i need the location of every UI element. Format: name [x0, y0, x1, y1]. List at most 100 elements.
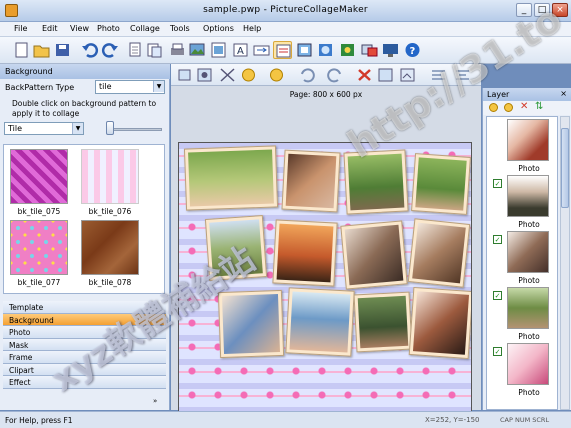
pattern-thumbnail[interactable]	[81, 149, 139, 204]
svg-text:A: A	[237, 46, 244, 57]
move-down-icon[interactable]	[504, 103, 513, 112]
zoom-fit-icon[interactable]	[376, 66, 395, 84]
nav-photo[interactable]: Photo	[3, 326, 166, 339]
layer-visible-checkbox[interactable]: ✓	[493, 179, 502, 188]
menu-help[interactable]: Help	[243, 24, 261, 33]
menu-file[interactable]: File	[14, 24, 27, 33]
copy-page-icon[interactable]	[125, 41, 144, 59]
nav-effect[interactable]: Effect	[3, 376, 166, 389]
collage-photo[interactable]	[407, 218, 471, 288]
rotate-right-icon[interactable]	[267, 66, 286, 84]
restore-button[interactable]: □	[534, 3, 550, 17]
frame-tool-icon[interactable]	[295, 41, 314, 59]
pattern-thumbnail[interactable]	[10, 220, 68, 275]
backpattern-label: BackPattern Type	[5, 83, 75, 92]
undo-icon[interactable]	[80, 41, 99, 59]
help-icon[interactable]: ?	[403, 41, 422, 59]
close-icon[interactable]: ×	[560, 89, 567, 98]
layer-visible-checkbox[interactable]: ✓	[493, 235, 502, 244]
collage-photo[interactable]	[217, 289, 285, 359]
tile-mode-select[interactable]: Tile ▼	[4, 122, 84, 135]
layer-thumbnail[interactable]	[507, 231, 549, 273]
backpattern-value: tile	[99, 82, 112, 91]
align-icon[interactable]	[429, 66, 448, 84]
layer-thumbnail[interactable]	[507, 343, 549, 385]
backpattern-select[interactable]: tile ▼	[95, 80, 165, 94]
nav-frame[interactable]: Frame	[3, 351, 166, 364]
paste-page-icon[interactable]	[145, 41, 164, 59]
collage-canvas[interactable]	[178, 142, 472, 428]
redo-icon[interactable]	[326, 66, 345, 84]
collage-photo[interactable]	[204, 215, 268, 281]
resize-icon[interactable]	[252, 41, 271, 59]
collage-photo[interactable]	[411, 153, 471, 215]
collage-photo[interactable]	[272, 219, 338, 287]
undo-icon[interactable]	[297, 66, 316, 84]
crop-icon[interactable]	[175, 66, 194, 84]
svg-text:?: ?	[410, 46, 416, 57]
close-button[interactable]: ×	[552, 3, 568, 17]
screen-icon[interactable]	[381, 41, 400, 59]
pattern-thumbnail[interactable]	[10, 149, 68, 204]
layer-scrollbar-thumb[interactable]	[561, 128, 569, 208]
menu-options[interactable]: Options	[203, 24, 234, 33]
chevron-down-icon[interactable]: ▼	[72, 123, 83, 134]
new-file-icon[interactable]	[12, 41, 31, 59]
layer-visible-checkbox[interactable]: ✓	[493, 347, 502, 356]
minimize-button[interactable]: _	[516, 3, 532, 17]
menu-edit[interactable]: Edit	[42, 24, 58, 33]
edit-toolbar	[171, 64, 481, 86]
fit-icon[interactable]	[195, 66, 214, 84]
layer-visible-checkbox[interactable]: ✓	[493, 291, 502, 300]
page-size-label: Page: 800 x 600 px	[289, 90, 363, 99]
mask-tool-icon[interactable]	[316, 41, 335, 59]
flip-icon[interactable]	[218, 66, 237, 84]
layer-thumbnail[interactable]	[507, 175, 549, 217]
delete-icon[interactable]	[355, 66, 374, 84]
collage-photo[interactable]	[408, 286, 471, 360]
background-tool-icon[interactable]	[273, 41, 292, 59]
main-toolbar: A ?	[0, 37, 571, 64]
text-icon[interactable]: A	[231, 41, 250, 59]
open-folder-icon[interactable]	[32, 41, 51, 59]
refresh-icon[interactable]: ⇅	[535, 101, 543, 112]
chevron-down-icon[interactable]: ▼	[153, 81, 164, 92]
layer-thumbnail[interactable]	[507, 119, 549, 161]
image-icon[interactable]	[209, 41, 228, 59]
menu-photo[interactable]: Photo	[97, 24, 120, 33]
redo-icon[interactable]	[101, 41, 120, 59]
layer-panel: Layer × ✕ ⇅ Photo ✓ Photo ✓ Photo ✓ Phot…	[482, 88, 571, 410]
print-icon[interactable]	[168, 41, 187, 59]
collage-photo[interactable]	[183, 145, 279, 211]
collage-photo[interactable]	[340, 220, 408, 290]
rotate-left-icon[interactable]	[239, 66, 258, 84]
nav-background[interactable]: Background	[3, 313, 166, 326]
menu-collage[interactable]: Collage	[130, 24, 160, 33]
collage-photo[interactable]	[285, 287, 355, 357]
effect-tool-icon[interactable]	[338, 41, 357, 59]
save-icon[interactable]	[53, 41, 72, 59]
collage-photo[interactable]	[343, 149, 409, 215]
move-up-icon[interactable]	[489, 103, 498, 112]
export-icon[interactable]	[360, 41, 379, 59]
menu-view[interactable]: View	[70, 24, 89, 33]
menu-bar: File Edit View Photo Collage Tools Optio…	[0, 22, 571, 37]
menu-tools[interactable]: Tools	[170, 24, 190, 33]
distribute-icon[interactable]	[453, 66, 472, 84]
collage-photo[interactable]	[353, 291, 413, 353]
delete-icon[interactable]: ✕	[520, 101, 528, 112]
pattern-thumbnail[interactable]	[81, 220, 139, 275]
layer-label: Photo	[518, 388, 540, 397]
collage-photo[interactable]	[281, 149, 341, 213]
nav-clipart[interactable]: Clipart	[3, 363, 166, 376]
layer-thumbnail[interactable]	[507, 287, 549, 329]
zoom-slider-handle[interactable]	[106, 121, 114, 135]
nav-mask[interactable]: Mask	[3, 338, 166, 351]
layer-panel-title: Layer	[483, 88, 571, 101]
nav-template[interactable]: Template	[3, 301, 166, 314]
zoom-icon[interactable]	[398, 66, 417, 84]
more-button[interactable]: »	[153, 397, 157, 405]
layer-label: Photo	[518, 164, 540, 173]
zoom-slider-track[interactable]	[110, 128, 162, 131]
add-photo-icon[interactable]	[188, 41, 207, 59]
